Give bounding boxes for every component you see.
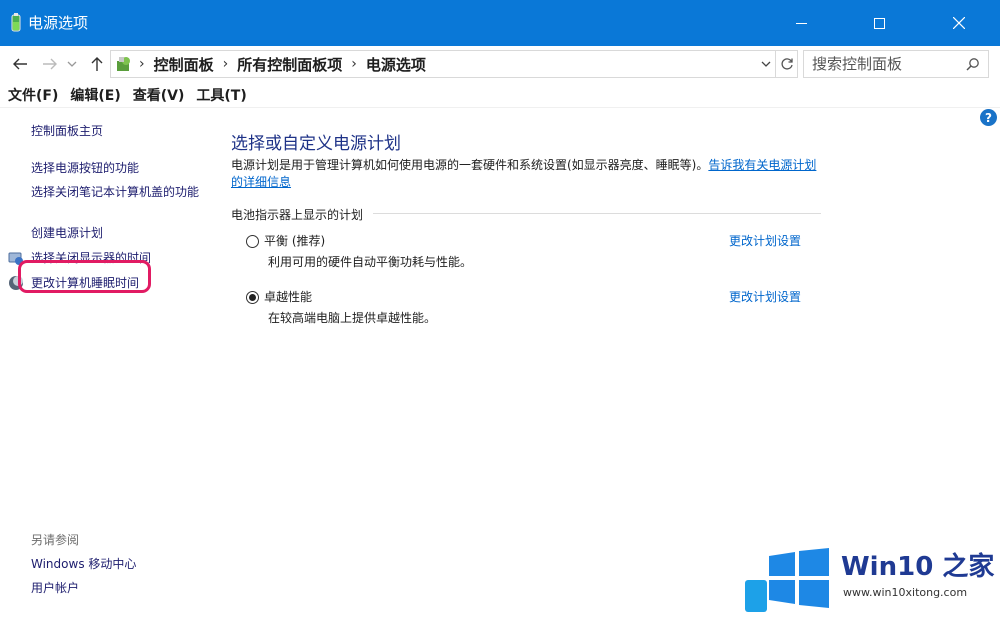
- bird-icon: [745, 580, 767, 612]
- menu-edit[interactable]: 编辑(E): [70, 85, 120, 105]
- link-mobility-center[interactable]: Windows 移动中心: [31, 556, 136, 573]
- address-bar[interactable]: › 控制面板 › 所有控制面板项 › 电源选项: [110, 50, 776, 78]
- refresh-button[interactable]: [776, 50, 798, 78]
- radio-ultimate-performance[interactable]: [246, 291, 259, 304]
- breadcrumb-item-power-options[interactable]: 电源选项: [366, 54, 426, 75]
- description-text: 电源计划是用于管理计算机如何使用电源的一套硬件和系统设置(如显示器亮度、睡眠等)…: [231, 158, 709, 172]
- description: 电源计划是用于管理计算机如何使用电源的一套硬件和系统设置(如显示器亮度、睡眠等)…: [231, 157, 826, 191]
- link-create-power-plan[interactable]: 创建电源计划: [31, 225, 103, 242]
- control-panel-icon: [117, 57, 130, 71]
- group-divider: [373, 213, 821, 214]
- menu-file[interactable]: 文件(F): [8, 85, 58, 105]
- group-title: 电池指示器上显示的计划: [231, 206, 370, 223]
- recent-locations-button[interactable]: [65, 54, 79, 74]
- breadcrumb: › 控制面板 › 所有控制面板项 › 电源选项: [135, 51, 426, 77]
- link-choose-lid-close[interactable]: 选择关闭笔记本计算机盖的功能: [31, 184, 201, 201]
- plan-name[interactable]: 平衡 (推荐): [264, 233, 325, 250]
- forward-button[interactable]: [40, 54, 60, 74]
- plan-description: 利用可用的硬件自动平衡功耗与性能。: [268, 255, 473, 269]
- window-title: 电源选项: [28, 14, 89, 32]
- change-plan-settings-link[interactable]: 更改计划设置: [729, 233, 801, 250]
- link-control-panel-home[interactable]: 控制面板主页: [31, 123, 103, 140]
- up-button[interactable]: [87, 54, 107, 74]
- close-button[interactable]: [936, 0, 982, 46]
- chevron-down-icon[interactable]: [759, 57, 773, 71]
- menu-view[interactable]: 查看(V): [133, 85, 185, 105]
- radio-balanced[interactable]: [246, 235, 259, 248]
- arrow-left-icon: [13, 58, 27, 70]
- refresh-icon: [780, 58, 793, 70]
- breadcrumb-item-control-panel[interactable]: 控制面板: [154, 54, 214, 75]
- plan-ultimate-performance: 卓越性能 在较高端电脑上提供卓越性能。 更改计划设置: [246, 289, 821, 329]
- plan-name[interactable]: 卓越性能: [264, 289, 312, 306]
- highlight-annotation: [18, 260, 151, 293]
- close-icon: [953, 17, 965, 29]
- see-also-title: 另请参阅: [31, 533, 80, 547]
- arrow-right-icon: [43, 58, 57, 70]
- maximize-icon: [873, 17, 885, 29]
- breadcrumb-separator: ›: [139, 56, 145, 72]
- link-user-accounts[interactable]: 用户帐户: [31, 580, 79, 597]
- help-button[interactable]: ?: [980, 109, 997, 126]
- page-title: 选择或自定义电源计划: [231, 134, 401, 154]
- breadcrumb-separator: ›: [351, 56, 357, 72]
- change-plan-settings-link[interactable]: 更改计划设置: [729, 289, 801, 306]
- windows-logo-icon: [769, 548, 829, 608]
- minimize-button[interactable]: [778, 0, 824, 46]
- menu-bar: 文件(F) 编辑(E) 查看(V) 工具(T): [0, 82, 1000, 108]
- plan-balanced: 平衡 (推荐) 利用可用的硬件自动平衡功耗与性能。 更改计划设置: [246, 233, 821, 273]
- arrow-up-icon: [91, 57, 103, 71]
- title-bar: 电源选项: [0, 0, 1000, 46]
- breadcrumb-separator: ›: [222, 56, 229, 72]
- watermark: Win10 之家 www.win10xitong.com: [745, 544, 995, 614]
- breadcrumb-item-all-items[interactable]: 所有控制面板项: [237, 54, 342, 75]
- watermark-title: Win10 之家: [841, 552, 995, 582]
- search-box[interactable]: [803, 50, 989, 78]
- maximize-button[interactable]: [856, 0, 902, 46]
- watermark-url: www.win10xitong.com: [843, 586, 968, 599]
- chevron-down-icon: [67, 61, 77, 67]
- plan-description: 在较高端电脑上提供卓越性能。: [268, 311, 437, 325]
- power-options-icon: [11, 13, 21, 32]
- search-icon: [966, 58, 979, 71]
- back-button[interactable]: [10, 54, 30, 74]
- minimize-icon: [795, 22, 807, 24]
- menu-tools[interactable]: 工具(T): [196, 85, 246, 105]
- link-choose-power-button[interactable]: 选择电源按钮的功能: [31, 160, 139, 177]
- help-icon: ?: [985, 110, 992, 125]
- address-row: › 控制面板 › 所有控制面板项 › 电源选项: [0, 46, 1000, 82]
- search-input[interactable]: [804, 51, 964, 77]
